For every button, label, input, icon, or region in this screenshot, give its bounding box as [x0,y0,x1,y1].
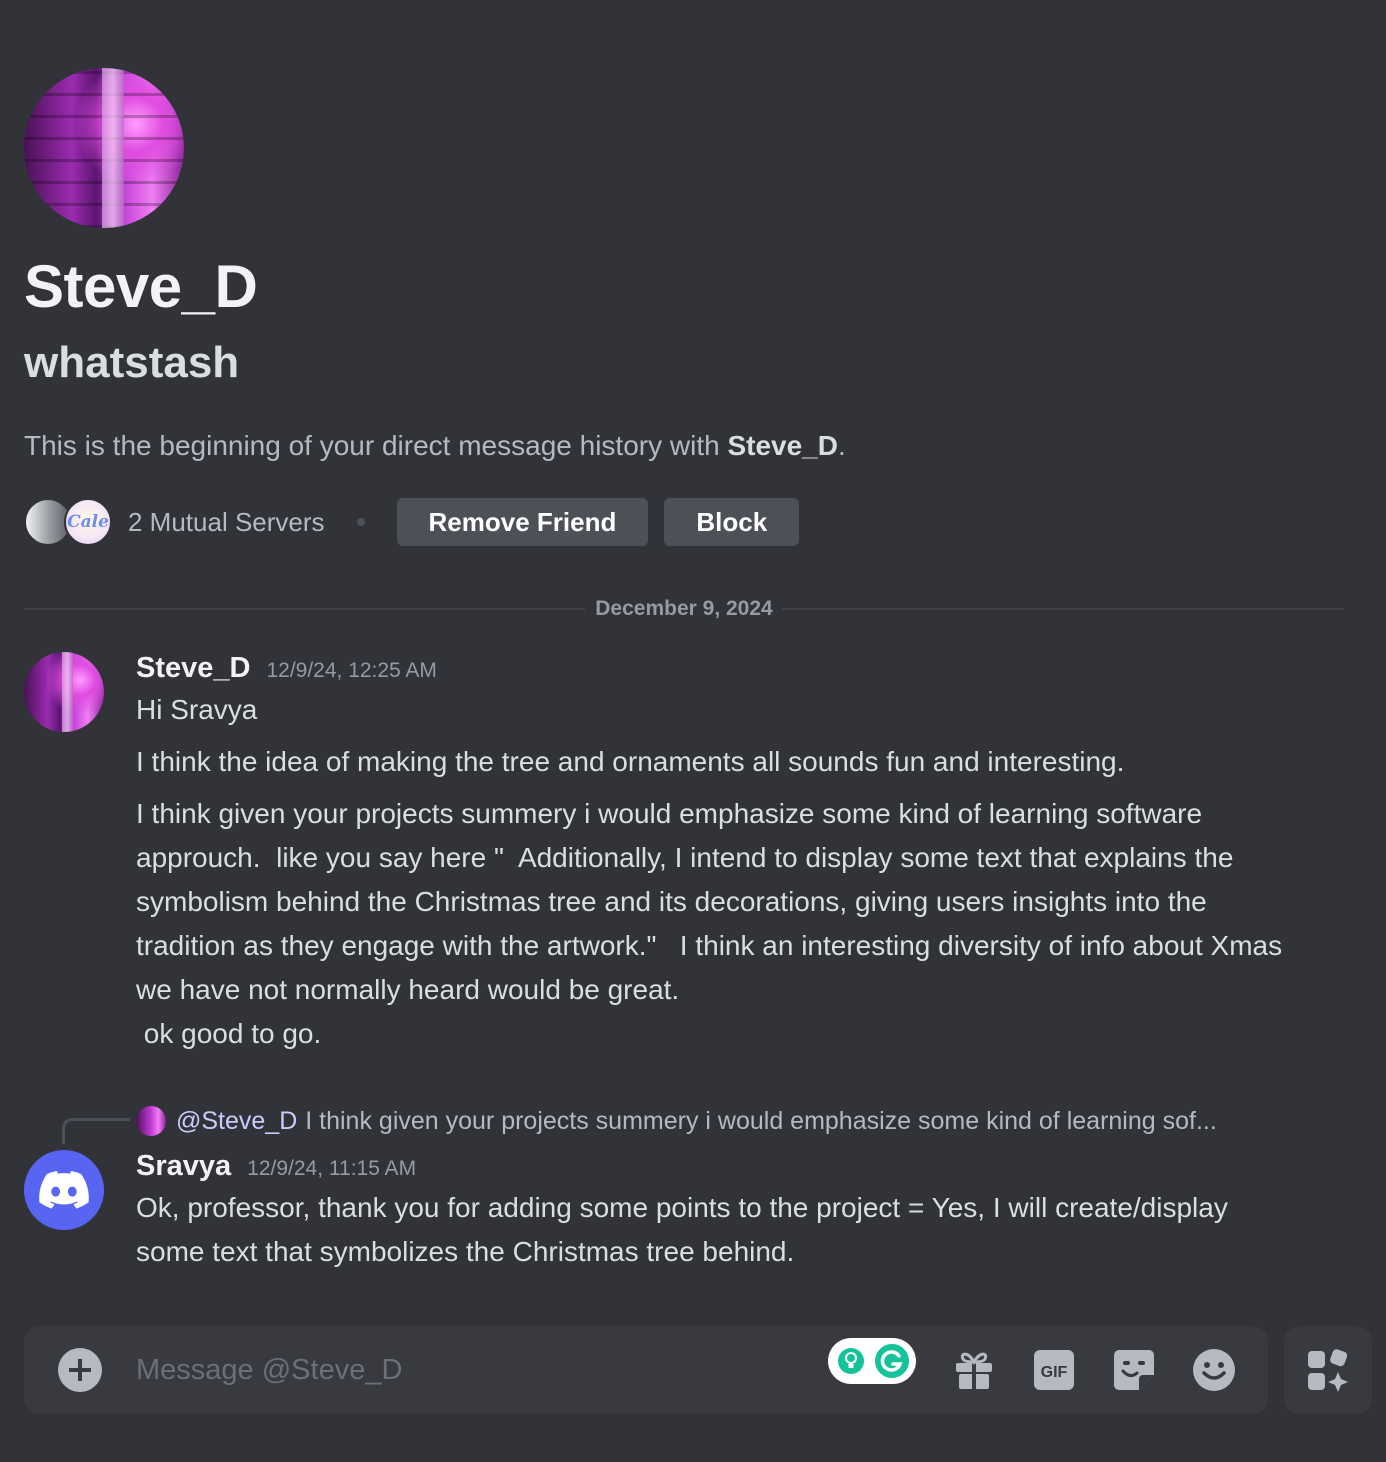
message-composer[interactable]: GIF [24,1326,1268,1414]
reply-reference[interactable]: @Steve_D I think given your projects sum… [136,1104,1286,1138]
message-timestamp[interactable]: 12/9/24, 11:15 AM [247,1157,416,1181]
dm-profile-header: Steve_D whatstash This is the beginning … [24,68,1344,546]
message-header: Steve_D 12/9/24, 12:25 AM [136,652,1286,688]
sticker-icon[interactable] [1112,1348,1156,1392]
lightbulb-icon[interactable] [838,1348,864,1374]
date-divider-label: December 9, 2024 [585,596,783,622]
message-text: Hi Sravya [136,694,258,725]
mutual-servers-link[interactable]: 2 Mutual Servers [128,507,325,538]
reply-avatar [136,1106,166,1136]
reply-preview-text[interactable]: I think given your projects summery i wo… [305,1107,1217,1136]
message-author[interactable]: Steve_D [136,652,250,685]
mutual-server-icon-2[interactable]: Cale [64,498,112,546]
discord-logo-icon [39,1171,89,1209]
message-author[interactable]: Sravya [136,1150,231,1183]
grammarly-icon[interactable] [872,1341,912,1381]
gif-icon[interactable]: GIF [1032,1348,1076,1392]
message-body: Steve_D 12/9/24, 12:25 AM Hi Sravya I th… [136,652,1286,1056]
reply-connector [62,1118,130,1144]
apps-icon [1308,1349,1348,1392]
emoji-icon[interactable] [1192,1348,1236,1392]
message-text: I think given your projects summery i wo… [136,798,1283,1049]
gift-icon[interactable] [952,1348,996,1392]
intro-name: Steve_D [727,430,838,461]
reply-mention[interactable]: @Steve_D [176,1107,297,1136]
block-button[interactable]: Block [664,498,800,546]
remove-friend-button[interactable]: Remove Friend [396,498,649,546]
message-input[interactable] [136,1350,816,1390]
message-avatar[interactable] [24,652,104,732]
intro-suffix: . [837,430,846,461]
svg-text:GIF: GIF [1041,1364,1068,1381]
message-avatar[interactable] [24,1150,104,1230]
profile-actions: Cale 2 Mutual Servers Remove Friend Bloc… [24,498,1344,546]
profile-display-name: Steve_D [24,253,258,320]
intro-prefix: This is the beginning of your direct mes… [24,430,728,461]
dm-intro-text: This is the beginning of your direct mes… [24,428,1344,464]
profile-username: whatstash [24,338,240,387]
profile-avatar[interactable] [24,68,184,228]
message-text: I think the idea of making the tree and … [136,746,1125,777]
message-text: Ok, professor, thank you for adding some… [136,1192,1236,1267]
message-timestamp[interactable]: 12/9/24, 12:25 AM [266,659,436,683]
separator-dot [356,518,365,526]
date-divider: December 9, 2024 [24,596,1344,622]
grammarly-widget[interactable] [828,1338,916,1384]
plus-circle-icon[interactable] [58,1348,102,1392]
mutual-server-icons[interactable]: Cale [24,498,116,546]
apps-button[interactable] [1284,1326,1372,1414]
message-body: Sravya 12/9/24, 11:15 AM Ok, professor, … [136,1150,1286,1274]
message-header: Sravya 12/9/24, 11:15 AM [136,1150,1286,1186]
